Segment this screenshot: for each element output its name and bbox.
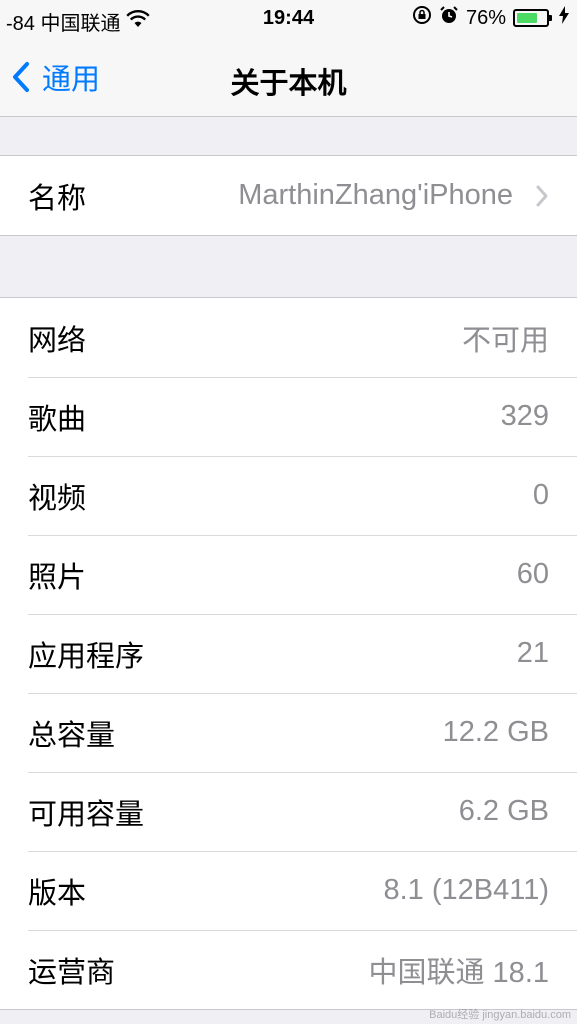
device-name-value: MarthinZhang'iPhone (238, 179, 513, 211)
name-label: 名称 (28, 182, 87, 215)
row-label: 歌曲 (28, 403, 87, 436)
row-value: 60 (516, 558, 549, 590)
row-value: 329 (500, 400, 549, 432)
info-row-videos: 视频 0 (0, 456, 577, 535)
row-value: 21 (516, 637, 549, 669)
row-value: 中国联通 18.1 (368, 956, 550, 989)
row-value: 12.2 GB (442, 716, 549, 748)
battery-icon (513, 9, 552, 27)
status-right: 76% (405, 5, 569, 31)
info-row-photos: 照片 60 (0, 535, 577, 614)
row-label: 照片 (28, 561, 87, 594)
row-label: 应用程序 (28, 640, 145, 673)
info-row-available: 可用容量 6.2 GB (0, 772, 577, 851)
status-bar: -84 中国联通 19:44 76% (0, 0, 577, 38)
name-row[interactable]: 名称 MarthinZhang'iPhone (0, 156, 577, 235)
charging-bolt-icon (559, 6, 569, 30)
rotation-lock-icon (412, 5, 432, 31)
watermark: Baidu经验 jingyan.baidu.com (429, 1009, 571, 1021)
row-label: 运营商 (28, 956, 116, 989)
info-group: 网络 不可用 歌曲 329 视频 0 照片 60 应用程序 21 总容量 12.… (0, 297, 577, 1010)
battery-fill (517, 13, 538, 23)
info-row-apps: 应用程序 21 (0, 614, 577, 693)
info-row-capacity: 总容量 12.2 GB (0, 693, 577, 772)
alarm-icon (439, 5, 459, 31)
page-title: 关于本机 (230, 68, 347, 100)
info-row-songs: 歌曲 329 (0, 377, 577, 456)
row-label: 网络 (28, 324, 87, 357)
row-value: 不可用 (461, 324, 549, 357)
top-bar: -84 中国联通 19:44 76% 通用 关于本机 (0, 0, 577, 117)
row-label: 总容量 (28, 719, 116, 752)
navigation-bar: 通用 关于本机 (0, 40, 577, 114)
name-group: 名称 MarthinZhang'iPhone (0, 155, 577, 236)
row-value: 6.2 GB (458, 795, 549, 827)
row-label: 版本 (28, 877, 87, 910)
row-label: 视频 (28, 482, 87, 515)
chevron-right-icon (535, 184, 549, 213)
info-row-carrier: 运营商 中国联通 18.1 (0, 930, 577, 1009)
row-label: 可用容量 (28, 798, 145, 831)
row-value: 8.1 (12B411) (383, 874, 549, 906)
info-row-version: 版本 8.1 (12B411) (0, 851, 577, 930)
row-value: 0 (532, 479, 549, 511)
battery-percent: 76% (465, 6, 506, 29)
info-row-network: 网络 不可用 (0, 298, 577, 377)
